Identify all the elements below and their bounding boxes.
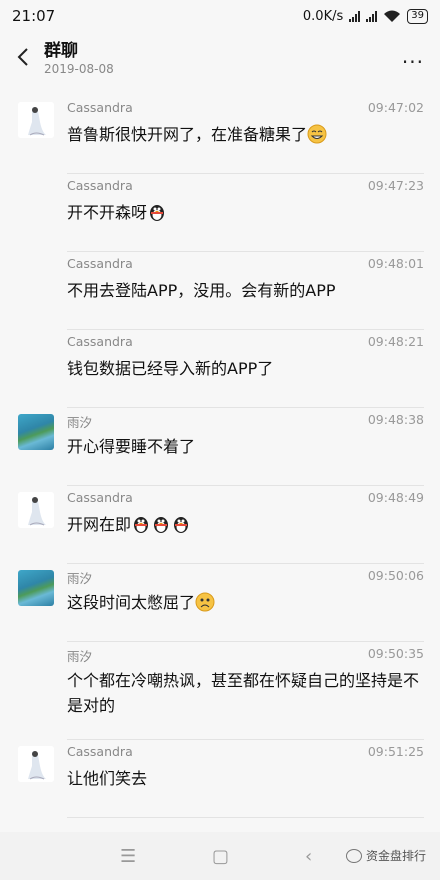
watermark: 资金盘排行 — [345, 847, 426, 864]
wechat-logo-icon — [345, 848, 362, 863]
message-time: 09:48:49 — [367, 490, 424, 505]
sender-name: Cassandra — [67, 178, 133, 193]
message-text: 让他们笑去 — [67, 769, 148, 788]
message-time: 09:51:25 — [367, 744, 424, 759]
message-text: 开心得要睡不着了 — [67, 437, 196, 456]
battery-level: 39 — [411, 10, 424, 21]
sender-name: Cassandra — [67, 334, 133, 349]
message-item[interactable]: Cassandra 09:48:49 开网在即 — [0, 486, 440, 564]
message-time: 09:47:02 — [367, 100, 424, 115]
avatar[interactable] — [18, 746, 54, 782]
chevron-left-icon — [17, 48, 28, 66]
divider — [67, 817, 424, 818]
avatar[interactable] — [18, 414, 54, 450]
status-bar: 21:07 0.0K/s 39 — [0, 0, 440, 32]
message-time: 09:48:21 — [367, 334, 424, 349]
sender-name: Cassandra — [67, 490, 133, 505]
message-text: 这段时间太憋屈了 — [67, 590, 423, 615]
penguin-emoji-icon — [154, 517, 169, 533]
message-text: 钱包数据已经导入新的APP了 — [67, 359, 274, 378]
avatar[interactable] — [18, 570, 54, 606]
sender-name: Cassandra — [67, 256, 133, 271]
message-time: 09:50:35 — [367, 646, 424, 661]
signal-icon — [349, 10, 361, 22]
message-text: 普鲁斯很快开网了，在准备糖果了 — [67, 122, 423, 147]
sender-name: Cassandra — [67, 100, 133, 115]
message-text: 个个都在冷嘲热讽，甚至都在怀疑自己的坚持是不是对的 — [67, 671, 420, 715]
message-text: 不用去登陆APP，没用。会有新的APP — [67, 281, 336, 300]
message-item[interactable]: Cassandra 09:47:02 普鲁斯很快开网了，在准备糖果了 — [0, 96, 440, 174]
avatar[interactable] — [18, 102, 54, 138]
frown-emoji-icon — [195, 592, 215, 612]
message-item[interactable]: 雨汐 09:50:35 个个都在冷嘲热讽，甚至都在怀疑自己的坚持是不是对的 — [0, 642, 440, 740]
home-icon[interactable]: ▢ — [212, 846, 229, 867]
message-item[interactable]: 雨汐 09:48:38 开心得要睡不着了 — [0, 408, 440, 486]
chat-date: 2019-08-08 — [44, 62, 114, 76]
message-item[interactable]: 雨汐 09:50:06 这段时间太憋屈了 — [0, 564, 440, 642]
message-list: Cassandra 09:47:02 普鲁斯很快开网了，在准备糖果了 Cassandr… — [0, 96, 440, 818]
back-button[interactable] — [12, 46, 34, 68]
menu-icon[interactable]: ☰ — [120, 846, 136, 867]
chat-title: 群聊 — [44, 41, 78, 61]
message-item[interactable]: Cassandra 09:48:01 不用去登陆APP，没用。会有新的APP — [0, 252, 440, 330]
message-text: 开网在即 — [67, 512, 423, 537]
chat-header: 群聊 2019-08-08 ... — [0, 32, 440, 86]
message-item[interactable]: Cassandra 09:48:21 钱包数据已经导入新的APP了 — [0, 330, 440, 408]
message-item[interactable]: Cassandra 09:51:25 让他们笑去 — [0, 740, 440, 818]
penguin-emoji-icon — [134, 517, 149, 533]
more-button[interactable]: ... — [402, 44, 424, 68]
message-time: 09:48:01 — [367, 256, 424, 271]
signal-icon-2 — [366, 10, 378, 22]
penguin-emoji-icon — [174, 517, 189, 533]
grin-emoji-icon — [307, 124, 327, 144]
penguin-emoji-icon — [150, 205, 165, 221]
status-time: 21:07 — [12, 7, 56, 25]
sender-name: 雨汐 — [67, 571, 93, 586]
network-speed: 0.0K/s — [302, 8, 344, 24]
avatar[interactable] — [18, 492, 54, 528]
watermark-text: 资金盘排行 — [365, 849, 426, 863]
status-indicators: 0.0K/s 39 — [302, 8, 428, 24]
sender-name: 雨汐 — [67, 649, 93, 664]
battery-icon: 39 — [407, 8, 428, 24]
sender-name: Cassandra — [67, 744, 133, 759]
message-item[interactable]: Cassandra 09:47:23 开不开森呀 — [0, 174, 440, 252]
message-time: 09:50:06 — [367, 568, 424, 583]
message-time: 09:48:38 — [367, 412, 424, 427]
message-time: 09:47:23 — [367, 178, 424, 193]
system-nav-bar: ☰ ▢ ‹ 资金盘排行 — [0, 832, 440, 880]
back-nav-icon[interactable]: ‹ — [305, 846, 312, 867]
wifi-icon — [384, 10, 401, 22]
message-text: 开不开森呀 — [67, 200, 423, 225]
sender-name: 雨汐 — [67, 415, 93, 430]
